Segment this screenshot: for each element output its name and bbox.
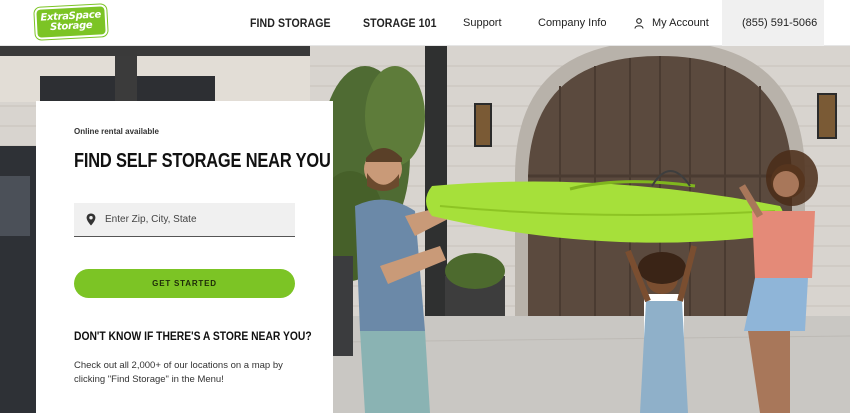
page-title: FIND SELF STORAGE NEAR YOU [74, 150, 331, 172]
locations-description: Check out all 2,000+ of our locations on… [74, 360, 283, 385]
extra-space-storage-logo[interactable]: ExtraSpace Storage [34, 4, 108, 40]
nav-storage-101-label: STORAGE 101 [363, 16, 437, 30]
logo-line-2: Storage [49, 19, 93, 34]
nav-company-info-label: Company Info [538, 17, 607, 29]
get-started-button[interactable]: GET STARTED [74, 269, 295, 298]
person-icon [634, 17, 644, 29]
nav-phone[interactable]: (855) 591-5066 [722, 0, 824, 46]
find-storage-card: Online rental available FIND SELF STORAG… [36, 101, 333, 413]
nav-find-storage-label: FIND STORAGE [250, 16, 331, 30]
location-search-field[interactable] [74, 203, 295, 237]
nav-find-storage[interactable]: FIND STORAGE [250, 0, 342, 46]
map-pin-icon [86, 213, 96, 226]
nav-phone-label: (855) 591-5066 [742, 17, 818, 29]
nav-support-label: Support [463, 17, 502, 29]
site-header: ExtraSpace Storage FIND STORAGE STORAGE … [0, 0, 850, 46]
online-rental-eyebrow: Online rental available [74, 127, 159, 136]
nav-my-account-label: My Account [652, 17, 709, 29]
nav-storage-101[interactable]: STORAGE 101 [363, 0, 447, 46]
store-near-you-heading: DON'T KNOW IF THERE'S A STORE NEAR YOU? [74, 329, 312, 343]
nav-my-account[interactable]: My Account [634, 0, 709, 46]
nav-company-info[interactable]: Company Info [538, 0, 606, 46]
nav-support[interactable]: Support [463, 0, 502, 46]
location-search-input[interactable] [105, 214, 285, 225]
